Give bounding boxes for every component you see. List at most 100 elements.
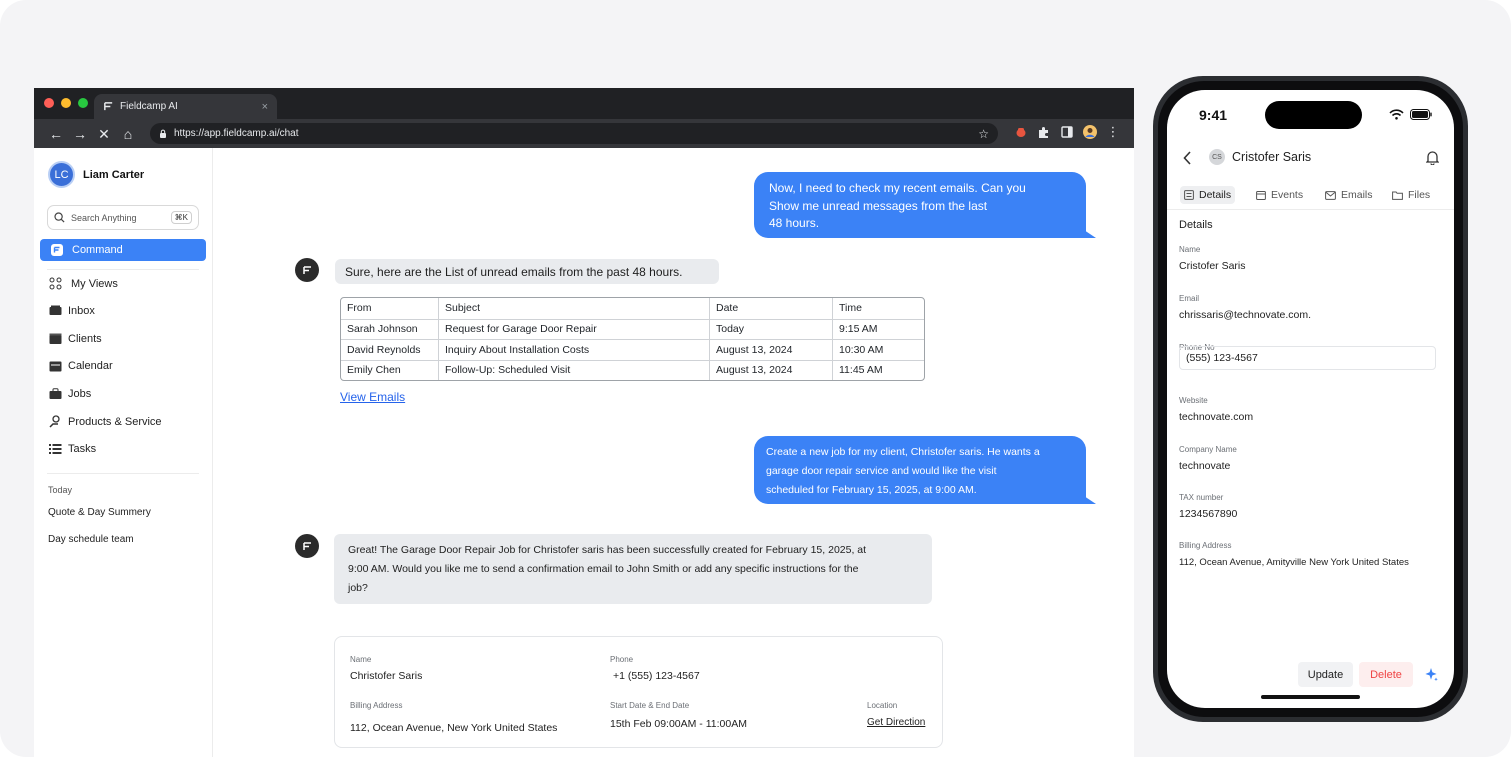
table-row[interactable]: David Reynolds Inquiry About Installatio… xyxy=(341,339,924,360)
sidebar-item-clients[interactable]: Clients xyxy=(49,333,102,345)
back-arrow-icon[interactable]: ← xyxy=(44,127,68,141)
field-label: Location xyxy=(867,701,898,710)
bot-avatar xyxy=(295,258,319,282)
calendar-icon xyxy=(49,361,62,372)
sidebar-item-label: Products & Service xyxy=(68,415,162,428)
close-window-button[interactable] xyxy=(44,98,54,108)
tab-events[interactable]: Events xyxy=(1256,186,1303,204)
table-cell: 9:15 AM xyxy=(832,319,924,339)
user-profile[interactable]: LC Liam Carter xyxy=(48,161,144,188)
delete-button[interactable]: Delete xyxy=(1359,662,1413,687)
folder-icon xyxy=(1392,191,1403,200)
table-row[interactable]: Emily Chen Follow-Up: Scheduled Visit Au… xyxy=(341,359,924,380)
url-field[interactable]: https://app.fieldcamp.ai/chat ☆ xyxy=(150,123,998,144)
table-cell: 11:45 AM xyxy=(832,360,924,380)
tab-label: Events xyxy=(1271,189,1304,201)
phone-bezel: 9:41 CS Cristofer Saris Details Events E… xyxy=(1158,81,1463,717)
fieldcamp-logo-icon xyxy=(302,541,311,550)
table-row[interactable]: Sarah Johnson Request for Garage Door Re… xyxy=(341,318,924,339)
maximize-window-button[interactable] xyxy=(78,98,88,108)
update-button[interactable]: Update xyxy=(1298,662,1353,687)
contact-field-tax: 1234567890 xyxy=(1179,508,1238,520)
table-cell: Request for Garage Door Repair xyxy=(438,319,709,339)
get-direction-link[interactable]: Get Direction xyxy=(867,717,925,728)
job-card: Name Christofer Saris Phone +1 (555) 123… xyxy=(334,636,943,748)
sidebar-item-my-views[interactable]: My Views xyxy=(49,277,118,290)
field-label: Name xyxy=(350,655,372,664)
calendar-icon xyxy=(1256,191,1266,200)
sidebar-divider xyxy=(47,473,199,474)
field-label: Billing Address xyxy=(350,701,403,710)
tab-emails[interactable]: Emails xyxy=(1325,186,1373,204)
billing-address: 112, Ocean Avenue, New York United State… xyxy=(350,722,558,734)
sidebar-item-calendar[interactable]: Calendar xyxy=(49,360,113,372)
sidebar-item-tasks[interactable]: Tasks xyxy=(49,443,96,455)
contact-avatar: CS xyxy=(1209,149,1225,165)
ai-sparkle-icon[interactable] xyxy=(1424,667,1439,682)
tab-close-icon[interactable]: × xyxy=(262,101,268,113)
battery-icon xyxy=(1410,109,1432,120)
background: Fieldcamp AI × ← → ✕ ⌂ https://app.field… xyxy=(0,0,1511,757)
profile-avatar-icon[interactable] xyxy=(1083,125,1097,139)
bookmark-star-icon[interactable]: ☆ xyxy=(978,127,989,141)
browser-menu-icon[interactable]: ⋮ xyxy=(1106,125,1120,139)
forward-arrow-icon[interactable]: → xyxy=(68,127,92,141)
message-text: Now, I need to check my recent emails. C… xyxy=(769,181,1026,230)
sidebar-item-jobs[interactable]: Jobs xyxy=(49,388,91,400)
sidebar-divider xyxy=(47,269,199,270)
history-item[interactable]: Quote & Day Summery xyxy=(48,507,151,518)
user-message: Now, I need to check my recent emails. C… xyxy=(754,172,1086,238)
home-icon[interactable]: ⌂ xyxy=(116,127,140,141)
contact-field-billing: 112, Ocean Avenue, Amityville New York U… xyxy=(1179,557,1409,568)
side-panel-icon[interactable] xyxy=(1060,125,1074,139)
search-input[interactable]: Search Anything ⌘K xyxy=(47,205,199,230)
lock-icon xyxy=(160,129,166,138)
field-label: TAX number xyxy=(1179,493,1224,502)
minimize-window-button[interactable] xyxy=(61,98,71,108)
table-header: From xyxy=(347,302,372,315)
command-icon xyxy=(51,244,63,256)
user-message: Create a new job for my client, Christof… xyxy=(754,436,1086,504)
bot-message: Sure, here are the List of unread emails… xyxy=(335,259,719,284)
bot-avatar xyxy=(295,534,319,558)
browser-tab[interactable]: Fieldcamp AI × xyxy=(94,94,277,119)
contact-header: CS Cristofer Saris xyxy=(1167,140,1454,175)
sidebar-item-label: Command xyxy=(72,244,123,256)
sidebar-item-products-service[interactable]: Products & Service xyxy=(49,415,162,428)
sidebar-item-label: Clients xyxy=(68,333,102,345)
tab-title: Fieldcamp AI xyxy=(120,101,178,112)
history-item[interactable]: Day schedule team xyxy=(48,534,134,545)
fieldcamp-logo-icon xyxy=(302,265,311,274)
sidebar-item-command[interactable]: Command xyxy=(40,239,206,261)
sidebar-item-label: Calendar xyxy=(68,360,113,372)
extension-bug-icon[interactable] xyxy=(1014,125,1028,139)
details-icon xyxy=(1184,190,1194,200)
job-dates: 15th Feb 09:00AM - 11:00AM xyxy=(610,718,747,730)
message-text: Sure, here are the List of unread emails… xyxy=(345,265,683,279)
status-icons xyxy=(1389,109,1432,120)
contact-field-company: technovate xyxy=(1179,460,1231,472)
tab-files[interactable]: Files xyxy=(1392,186,1430,204)
field-label: Name xyxy=(1179,245,1201,254)
back-chevron-icon[interactable] xyxy=(1183,151,1192,165)
bot-message: Great! The Garage Door Repair Job for Ch… xyxy=(334,534,932,604)
briefcase-icon xyxy=(49,388,62,399)
extensions-puzzle-icon[interactable] xyxy=(1037,125,1051,139)
table-cell: Follow-Up: Scheduled Visit xyxy=(438,360,709,380)
contact-field-email: chrissaris@technovate.com. xyxy=(1179,309,1312,321)
tab-details[interactable]: Details xyxy=(1180,186,1236,204)
address-bar: ← → ✕ ⌂ https://app.fieldcamp.ai/chat ☆ … xyxy=(34,119,1134,148)
bell-icon[interactable] xyxy=(1426,150,1439,165)
sidebar-item-label: Tasks xyxy=(68,443,97,455)
home-indicator xyxy=(1261,695,1360,699)
user-name: Liam Carter xyxy=(83,168,145,181)
stop-loading-icon[interactable]: ✕ xyxy=(92,127,116,141)
products-icon xyxy=(49,415,60,428)
phone-number-field[interactable]: (555) 123-4567 xyxy=(1179,346,1436,370)
table-header: Subject xyxy=(438,298,709,319)
mail-icon xyxy=(1325,190,1336,200)
sidebar-item-inbox[interactable]: Inbox xyxy=(49,305,95,317)
field-label: Phone xyxy=(610,655,634,664)
view-emails-link[interactable]: View Emails xyxy=(340,390,405,404)
table-cell: David Reynolds xyxy=(347,343,421,356)
